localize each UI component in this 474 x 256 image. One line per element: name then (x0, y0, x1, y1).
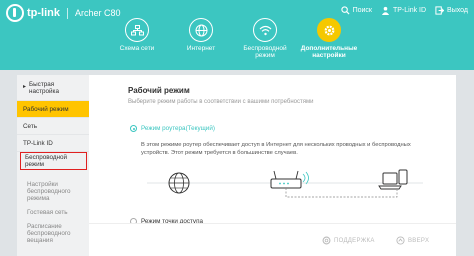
wifi-icon (259, 25, 271, 35)
footer-bar: ПОДДЕРЖКА ВВЕРХ (89, 223, 456, 256)
tplink-id-link-label: TP-Link ID (392, 7, 427, 14)
sidebar-item-wireless-settings[interactable]: Настройки беспроводного режима (17, 178, 89, 204)
sidebar-item-operation-mode[interactable]: Рабочий режим (17, 101, 89, 118)
page-title: Рабочий режим (128, 86, 190, 95)
main-tabs: Схема сети Интернет Беспроводной режим Д… (105, 18, 361, 59)
router-mode-diagram (147, 169, 423, 198)
internet-globe-icon (168, 172, 190, 194)
model-name: Archer C80 (75, 8, 121, 18)
brand: tp-link Archer C80 (6, 4, 121, 22)
sidebar-item-label: Беспроводной режим (25, 154, 68, 168)
back-to-top-label: ВВЕРХ (408, 237, 430, 244)
sidebar: ▸ Быстрая настройка Рабочий режим Сеть T… (17, 75, 89, 256)
top-links: Поиск TP-Link ID Выход (332, 6, 468, 15)
support-button-label: ПОДДЕРЖКА (334, 237, 375, 244)
sidebar-item-quick-setup[interactable]: ▸ Быстрая настройка (17, 75, 89, 101)
page-subtitle: Выберите режим работы в соответствии с в… (128, 99, 314, 105)
network-map-icon-circle (125, 18, 149, 42)
gear-icon-circle (317, 18, 341, 42)
sidebar-item-label: TP-Link ID (23, 139, 53, 147)
search-icon (340, 6, 350, 15)
laptop-icon (378, 172, 402, 190)
logout-link-label: Выход (447, 7, 468, 14)
router-mode-label: Режим роутера(Текущий) (141, 125, 215, 132)
support-icon (322, 236, 331, 245)
sidebar-item-wireless-schedule[interactable]: Расписание беспроводного вещания (17, 220, 89, 246)
tp-link-logo-icon (6, 4, 24, 22)
tab-internet[interactable]: Интернет (169, 18, 233, 59)
tplink-id-link[interactable]: TP-Link ID (381, 6, 426, 15)
sidebar-item-network[interactable]: Сеть (17, 118, 89, 135)
user-icon (381, 6, 390, 15)
tab-network-map[interactable]: Схема сети (105, 18, 169, 59)
phone-icon (398, 169, 408, 185)
tab-advanced-label: Дополнительные настройки (300, 45, 358, 59)
tab-wireless[interactable]: Беспроводной режим (233, 18, 297, 59)
arrow-up-icon (396, 236, 405, 245)
brand-divider (67, 7, 68, 19)
network-map-icon (130, 24, 144, 35)
logout-link[interactable]: Выход (435, 6, 468, 15)
sidebar-item-label: Быстрая настройка (29, 80, 59, 95)
tab-advanced[interactable]: Дополнительные настройки (297, 18, 361, 59)
globe-icon-circle (189, 18, 213, 42)
tab-internet-label: Интернет (186, 45, 216, 52)
router-mode-radio[interactable] (130, 125, 137, 132)
tab-network-map-label: Схема сети (119, 45, 155, 52)
router-mode-description: В этом режиме роутер обеспечивает доступ… (141, 142, 411, 156)
tab-wireless-label: Беспроводной режим (243, 45, 287, 59)
brand-name: tp-link (27, 7, 60, 19)
router-icon (270, 170, 309, 189)
logout-icon (435, 6, 445, 15)
search-link-label: Поиск (352, 7, 372, 14)
sidebar-item-wireless[interactable]: Беспроводной режим (20, 152, 87, 170)
search-link[interactable]: Поиск (340, 6, 372, 15)
gear-icon (324, 25, 334, 35)
sidebar-item-label: Настройки беспроводного режима (27, 180, 71, 202)
sidebar-item-label: Расписание беспроводного вещания (27, 222, 71, 244)
sidebar-item-label: Рабочий режим (23, 105, 69, 113)
globe-icon (195, 24, 207, 36)
sidebar-item-guest-network[interactable]: Гостевая сеть (17, 204, 89, 220)
sidebar-item-tplink-id[interactable]: TP-Link ID (17, 135, 89, 152)
support-button[interactable]: ПОДДЕРЖКА (322, 236, 375, 245)
sidebar-item-label: Гостевая сеть (27, 208, 68, 216)
wifi-icon-circle (253, 18, 277, 42)
top-header: tp-link Archer C80 Поиск TP-Link ID Выхо… (0, 0, 474, 70)
back-to-top-button[interactable]: ВВЕРХ (396, 236, 429, 245)
caret-right-icon: ▸ (23, 84, 27, 90)
sidebar-item-label: Сеть (23, 122, 38, 130)
